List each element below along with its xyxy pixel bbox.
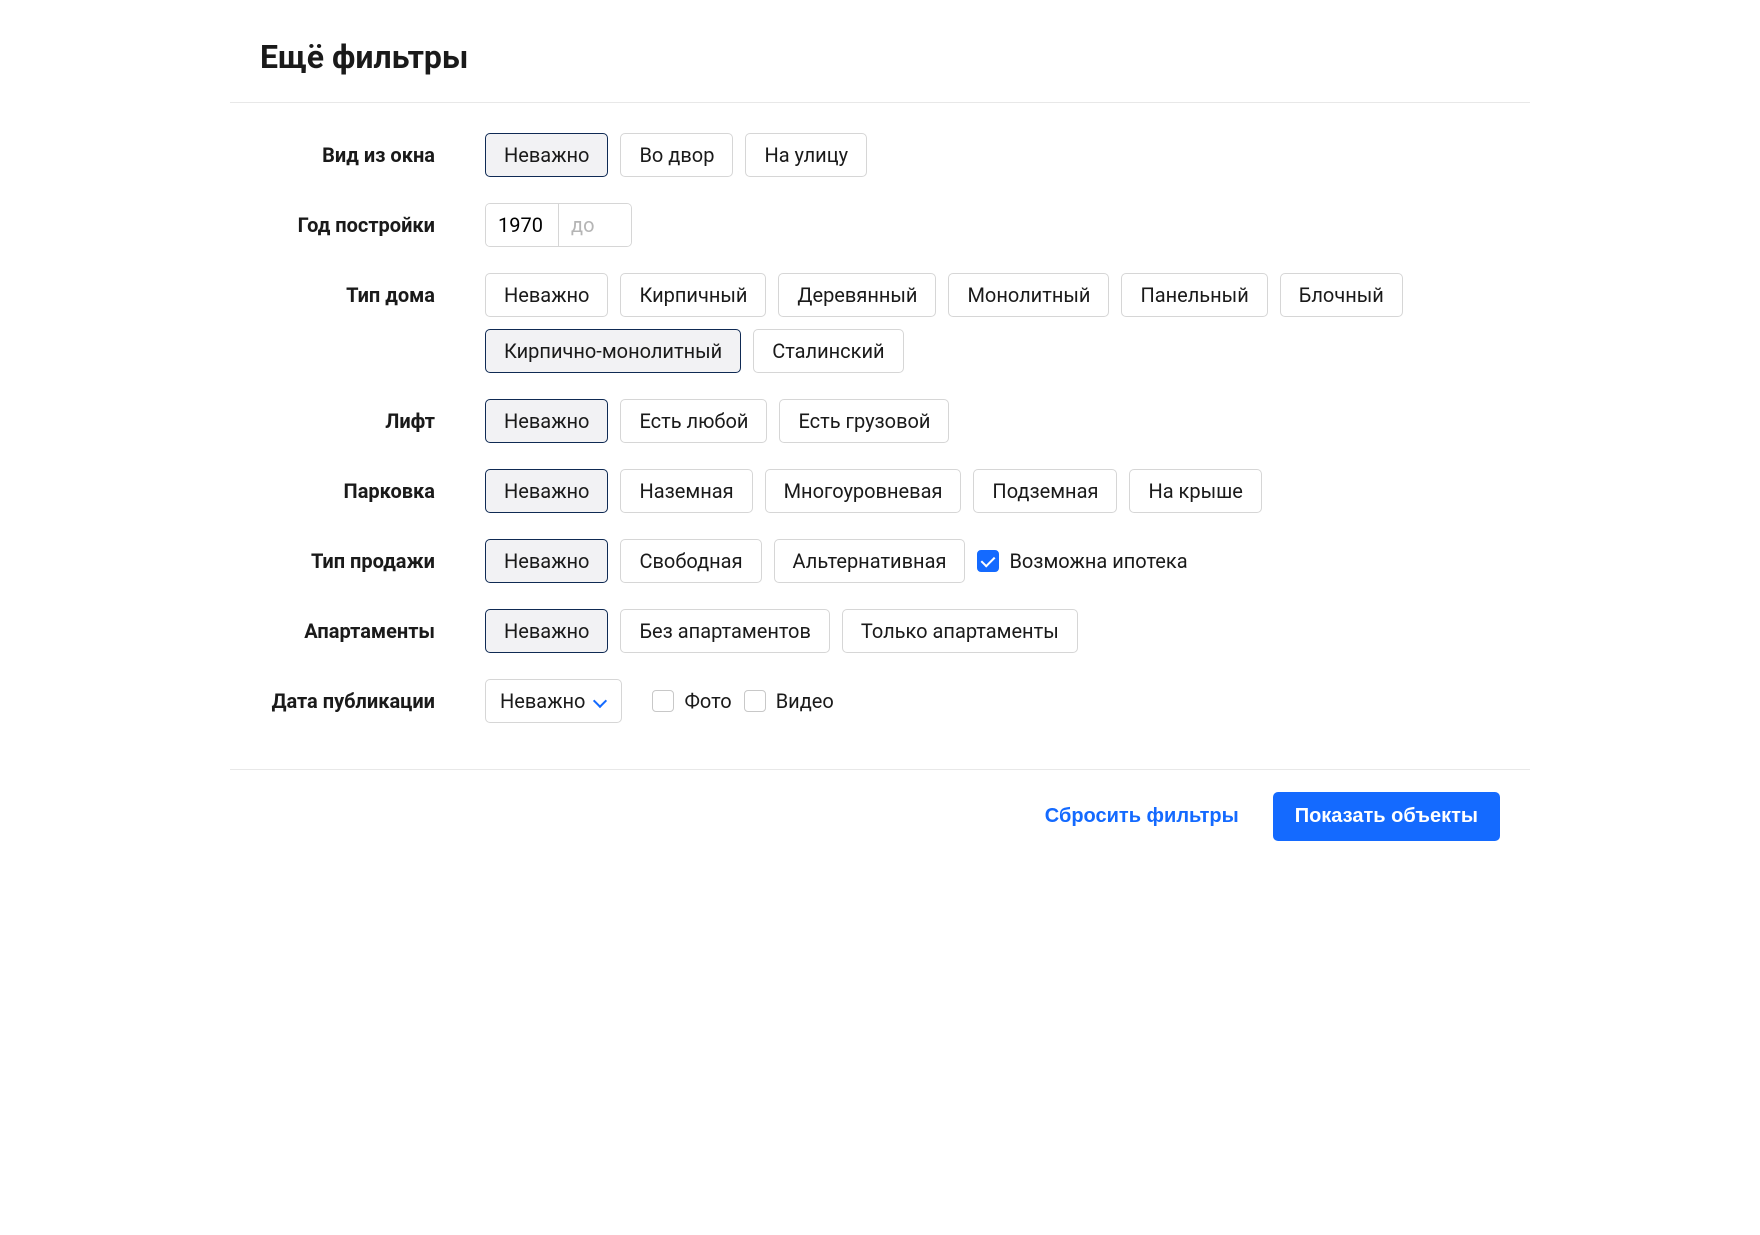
year-to-input[interactable]: [559, 204, 631, 246]
filter-option[interactable]: Во двор: [620, 133, 733, 177]
controls-build-year: [485, 203, 1500, 247]
row-apartments: Апартаменты Неважно Без апартаментов Тольк…: [260, 609, 1500, 653]
filter-option[interactable]: Неважно: [485, 469, 608, 513]
controls-house-type: Неважно Кирпичный Деревянный Монолитный Пане…: [485, 273, 1500, 373]
row-window-view: Вид из окна Неважно Во двор На улицу: [260, 133, 1500, 177]
filter-option[interactable]: На улицу: [745, 133, 867, 177]
filter-option[interactable]: Наземная: [620, 469, 752, 513]
filter-option[interactable]: Кирпично-монолитный: [485, 329, 741, 373]
photo-checkbox-wrap[interactable]: Фото: [652, 689, 731, 713]
controls-window-view: Неважно Во двор На улицу: [485, 133, 1500, 177]
video-checkbox[interactable]: [744, 690, 766, 712]
controls-elevator: Неважно Есть любой Есть грузовой: [485, 399, 1500, 443]
mortgage-checkbox-wrap[interactable]: Возможна ипотека: [977, 549, 1187, 573]
row-build-year: Год постройки: [260, 203, 1500, 247]
photo-label: Фото: [684, 689, 731, 713]
filter-option[interactable]: Монолитный: [948, 273, 1109, 317]
filter-option[interactable]: На крыше: [1129, 469, 1261, 513]
label-house-type: Тип дома: [260, 273, 485, 307]
reset-filters-button[interactable]: Сбросить фильтры: [1039, 804, 1245, 829]
filter-option[interactable]: Неважно: [485, 133, 608, 177]
filter-option[interactable]: Альтернативная: [774, 539, 966, 583]
chevron-down-icon: [593, 694, 607, 708]
label-window-view: Вид из окна: [260, 133, 485, 167]
photo-checkbox[interactable]: [652, 690, 674, 712]
filter-option[interactable]: Только апартаменты: [842, 609, 1078, 653]
row-house-type: Тип дома Неважно Кирпичный Деревянный Монол…: [260, 273, 1500, 373]
filter-option[interactable]: Неважно: [485, 399, 608, 443]
video-label: Видео: [776, 689, 834, 713]
publish-date-select-value: Неважно: [500, 689, 585, 713]
filter-option[interactable]: Свободная: [620, 539, 761, 583]
year-inputs: [485, 203, 632, 247]
mortgage-checkbox[interactable]: [977, 550, 999, 572]
mortgage-label: Возможна ипотека: [1009, 549, 1187, 573]
filter-option[interactable]: Многоуровневая: [765, 469, 962, 513]
video-checkbox-wrap[interactable]: Видео: [744, 689, 834, 713]
controls-parking: Неважно Наземная МногоуровневаяПодземная На…: [485, 469, 1500, 513]
filter-option[interactable]: Кирпичный: [620, 273, 766, 317]
filter-option[interactable]: Есть грузовой: [779, 399, 949, 443]
publish-date-select[interactable]: Неважно: [485, 679, 622, 723]
filter-option[interactable]: Неважно: [485, 609, 608, 653]
label-build-year: Год постройки: [260, 203, 485, 237]
filter-option[interactable]: Без апартаментов: [620, 609, 829, 653]
filters-body: Вид из окна Неважно Во двор На улицу Год п…: [230, 103, 1530, 769]
filter-option[interactable]: Сталинский: [753, 329, 903, 373]
filter-option[interactable]: Деревянный: [778, 273, 936, 317]
filter-option[interactable]: Блочный: [1280, 273, 1403, 317]
label-elevator: Лифт: [260, 399, 485, 433]
label-sale-type: Тип продажи: [260, 539, 485, 573]
label-parking: Парковка: [260, 469, 485, 503]
filter-option[interactable]: Панельный: [1121, 273, 1267, 317]
row-publish-date: Дата публикации Неважно Фото Видео: [260, 679, 1500, 723]
page-title: Ещё фильтры: [230, 0, 1530, 102]
filter-option[interactable]: Неважно: [485, 539, 608, 583]
controls-publish-date: Неважно Фото Видео: [485, 679, 1500, 723]
label-apartments: Апартаменты: [260, 609, 485, 643]
filter-option[interactable]: Есть любой: [620, 399, 767, 443]
year-from-input[interactable]: [486, 204, 558, 246]
filter-option[interactable]: Подземная: [973, 469, 1117, 513]
controls-apartments: Неважно Без апартаментов Только апартамент…: [485, 609, 1500, 653]
filter-option[interactable]: Неважно: [485, 273, 608, 317]
row-parking: Парковка Неважно Наземная МногоуровневаяПо…: [260, 469, 1500, 513]
footer: Сбросить фильтры Показать объекты: [230, 770, 1530, 881]
label-publish-date: Дата публикации: [260, 679, 485, 713]
row-sale-type: Тип продажи Неважно Свободная Альтернативн…: [260, 539, 1500, 583]
controls-sale-type: Неважно Свободная Альтернативная Возможна …: [485, 539, 1500, 583]
show-objects-button[interactable]: Показать объекты: [1273, 792, 1500, 841]
row-elevator: Лифт Неважно Есть любой Есть грузовой: [260, 399, 1500, 443]
